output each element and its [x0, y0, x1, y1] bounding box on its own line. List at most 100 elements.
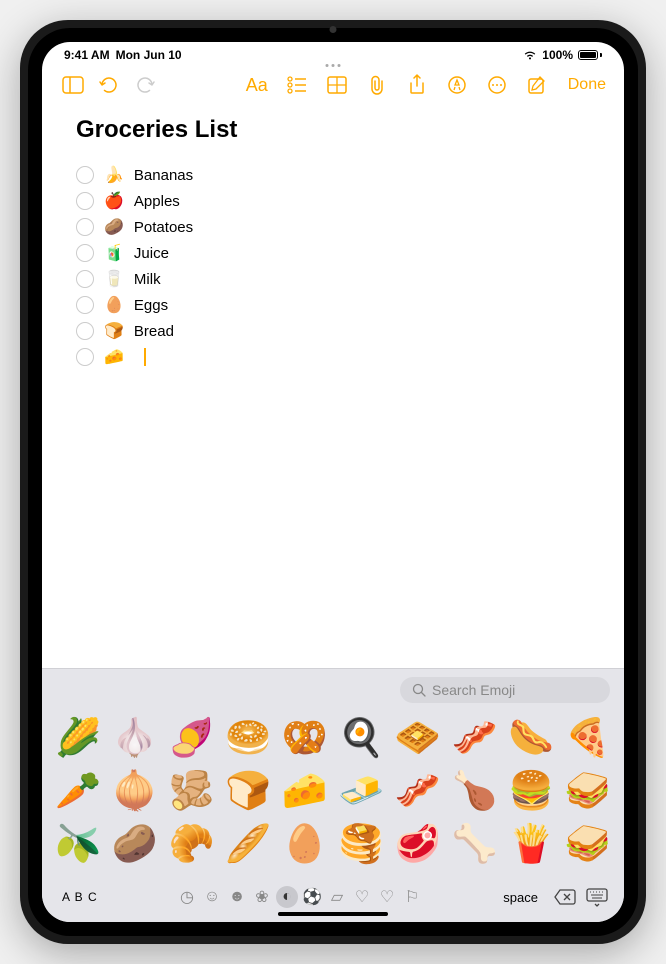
- delete-key[interactable]: [552, 884, 578, 910]
- emoji-key[interactable]: 🧈: [333, 764, 390, 817]
- emoji-category-recent[interactable]: ◷: [176, 886, 198, 908]
- emoji-key[interactable]: 🥞: [333, 817, 390, 870]
- emoji-key[interactable]: 🍗: [446, 764, 503, 817]
- emoji-key[interactable]: 🧄: [107, 711, 164, 764]
- sidebar-toggle-button[interactable]: [60, 72, 86, 98]
- device-bezel: 9:41 AM Mon Jun 10 100%: [28, 28, 638, 936]
- format-button[interactable]: Aa: [244, 72, 270, 98]
- search-placeholder: Search Emoji: [432, 682, 515, 698]
- camera-dot: [330, 26, 337, 33]
- home-indicator[interactable]: [278, 912, 388, 916]
- emoji-key[interactable]: 🥓: [446, 711, 503, 764]
- item-text[interactable]: Bananas: [134, 167, 193, 184]
- checklist-item[interactable]: 🧃Juice: [76, 240, 590, 266]
- multitasking-dots[interactable]: [326, 64, 341, 67]
- emoji-key[interactable]: 🍕: [559, 711, 616, 764]
- checklist-item[interactable]: 🍞 Bread: [76, 318, 590, 344]
- checklist-item[interactable]: 🥔 Potatoes: [76, 214, 590, 240]
- checkbox[interactable]: [76, 322, 94, 340]
- checklist: 🍌 Bananas 🍎Apples 🥔 Potatoes 🧃Juice 🥛 Milk 🥚Eggs…: [76, 162, 590, 370]
- emoji-key[interactable]: 🥪: [559, 764, 616, 817]
- emoji-category-animals[interactable]: ❀: [251, 886, 273, 908]
- emoji-key[interactable]: 🥐: [163, 817, 220, 870]
- checklist-button[interactable]: [284, 72, 310, 98]
- item-emoji: 🥛: [104, 269, 124, 289]
- emoji-key[interactable]: 🌽: [50, 711, 107, 764]
- checkbox[interactable]: [76, 348, 94, 366]
- checkbox[interactable]: [76, 244, 94, 262]
- emoji-key[interactable]: 🍟: [503, 817, 560, 870]
- keyboard-toggle-icon[interactable]: [584, 884, 610, 910]
- abc-keyboard-button[interactable]: A B C: [56, 886, 104, 908]
- emoji-category-symbols[interactable]: ♡: [376, 886, 398, 908]
- emoji-key[interactable]: 🦴: [446, 817, 503, 870]
- emoji-key[interactable]: 🌭: [503, 711, 560, 764]
- emoji-category-smileys[interactable]: ☺: [201, 886, 223, 908]
- status-date: Mon Jun 10: [116, 48, 182, 62]
- item-emoji: 🍞: [104, 321, 124, 341]
- wifi-icon: [523, 50, 537, 61]
- emoji-key[interactable]: 🫒: [50, 817, 107, 870]
- redo-button[interactable]: [132, 72, 158, 98]
- item-text[interactable]: Potatoes: [134, 219, 193, 236]
- item-text[interactable]: Juice: [134, 245, 169, 262]
- checklist-item[interactable]: 🧀: [76, 344, 590, 370]
- done-button[interactable]: Done: [568, 76, 606, 94]
- ipad-device-frame: 9:41 AM Mon Jun 10 100%: [20, 20, 646, 944]
- note-body[interactable]: Groceries List 🍌 Bananas 🍎Apples 🥔 Potatoes 🧃…: [42, 106, 624, 668]
- checkbox[interactable]: [76, 166, 94, 184]
- compose-button[interactable]: [524, 72, 550, 98]
- item-text[interactable]: Apples: [134, 193, 180, 210]
- emoji-key[interactable]: 🥖: [220, 817, 277, 870]
- more-button[interactable]: [484, 72, 510, 98]
- item-text[interactable]: Milk: [134, 271, 161, 288]
- emoji-category-objects[interactable]: ♡: [351, 886, 373, 908]
- emoji-key[interactable]: 🧀: [276, 764, 333, 817]
- checkbox[interactable]: [76, 192, 94, 210]
- space-key[interactable]: space: [495, 886, 546, 909]
- checklist-item[interactable]: 🥚Eggs: [76, 292, 590, 318]
- status-bar: 9:41 AM Mon Jun 10 100%: [42, 42, 624, 64]
- emoji-key[interactable]: 🥕: [50, 764, 107, 817]
- item-emoji: 🥔: [104, 217, 124, 237]
- emoji-category-travel[interactable]: ▱: [326, 886, 348, 908]
- emoji-key[interactable]: 🥔: [107, 817, 164, 870]
- emoji-search-input[interactable]: Search Emoji: [400, 677, 610, 703]
- attachment-button[interactable]: [364, 72, 390, 98]
- table-button[interactable]: [324, 72, 350, 98]
- item-emoji: 🍌: [104, 165, 124, 185]
- emoji-category-food[interactable]: ◐: [276, 886, 298, 908]
- text-cursor: [144, 348, 146, 366]
- emoji-key[interactable]: 🥚: [276, 817, 333, 870]
- checkbox[interactable]: [76, 218, 94, 236]
- emoji-key[interactable]: 🥪: [559, 817, 616, 870]
- emoji-key[interactable]: 🍔: [503, 764, 560, 817]
- emoji-key[interactable]: 🧅: [107, 764, 164, 817]
- emoji-key[interactable]: 🥯: [220, 711, 277, 764]
- checkbox[interactable]: [76, 296, 94, 314]
- emoji-key[interactable]: 🥨: [276, 711, 333, 764]
- emoji-key[interactable]: 🫚: [163, 764, 220, 817]
- emoji-category-flags[interactable]: ⚐: [401, 886, 423, 908]
- note-title[interactable]: Groceries List: [76, 116, 590, 144]
- emoji-keyboard: Search Emoji 🌽🧄🍠🥯🥨🍳🧇🥓🌭🍕🥕🧅🫚🍞🧀🧈🥓🍗🍔🥪🫒🥔🥐🥖🥚🥞🥩…: [42, 668, 624, 922]
- emoji-key[interactable]: 🧇: [390, 711, 447, 764]
- item-text[interactable]: Bread: [134, 323, 174, 340]
- emoji-key[interactable]: 🍠: [163, 711, 220, 764]
- emoji-category-activity[interactable]: ⚽: [301, 886, 323, 908]
- emoji-key[interactable]: 🍳: [333, 711, 390, 764]
- undo-button[interactable]: [96, 72, 122, 98]
- checklist-item[interactable]: 🍎Apples: [76, 188, 590, 214]
- share-button[interactable]: [404, 72, 430, 98]
- checkbox[interactable]: [76, 270, 94, 288]
- emoji-key[interactable]: 🥓: [390, 764, 447, 817]
- markup-button[interactable]: [444, 72, 470, 98]
- emoji-category-people[interactable]: ☻: [226, 886, 248, 908]
- emoji-key[interactable]: 🍞: [220, 764, 277, 817]
- notes-toolbar: Aa: [42, 64, 624, 106]
- checklist-item[interactable]: 🍌 Bananas: [76, 162, 590, 188]
- checklist-item[interactable]: 🥛 Milk: [76, 266, 590, 292]
- item-emoji: 🧀: [104, 347, 124, 367]
- emoji-key[interactable]: 🥩: [390, 817, 447, 870]
- item-text[interactable]: Eggs: [134, 297, 168, 314]
